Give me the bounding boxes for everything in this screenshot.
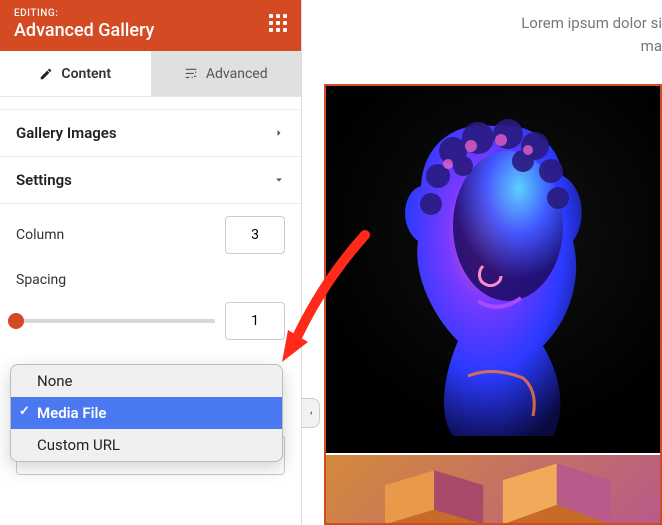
tab-content[interactable]: Content	[0, 51, 151, 96]
field-column: Column	[0, 204, 301, 272]
chevron-right-icon	[273, 127, 285, 139]
link-option-custom-url[interactable]: Custom URL	[11, 429, 282, 461]
link-option-media-file[interactable]: Media File	[11, 397, 282, 429]
slider-track	[16, 319, 215, 323]
drag-handle-icon[interactable]	[269, 14, 289, 34]
pencil-icon	[39, 67, 53, 81]
slider-thumb[interactable]	[8, 313, 24, 329]
section-gallery-images[interactable]: Gallery Images	[0, 109, 301, 157]
link-option-none[interactable]: None	[11, 365, 282, 397]
section-gallery-images-label: Gallery Images	[16, 124, 117, 142]
link-dropdown[interactable]: None Media File Custom URL	[10, 364, 283, 462]
column-input[interactable]	[225, 216, 285, 254]
tab-bar: Content Advanced	[0, 51, 301, 97]
preview-canvas: Lorem ipsum dolor si ma	[302, 0, 662, 525]
settings-panel: Gallery Images Settings Column Spacing	[0, 97, 301, 525]
spacing-label: Spacing	[16, 272, 285, 288]
tab-advanced[interactable]: Advanced	[151, 51, 302, 96]
column-label: Column	[16, 227, 64, 243]
chevron-left-icon	[307, 407, 315, 419]
section-settings[interactable]: Settings	[0, 157, 301, 204]
spacing-input[interactable]	[225, 302, 285, 340]
section-settings-label: Settings	[16, 171, 72, 189]
tab-advanced-label: Advanced	[206, 66, 268, 82]
panel-header: EDITING: Advanced Gallery	[0, 0, 301, 51]
block-title: Advanced Gallery	[14, 20, 287, 41]
spacing-slider[interactable]	[16, 311, 215, 331]
sliders-icon	[184, 67, 198, 81]
chevron-down-icon	[273, 174, 285, 186]
gallery-image-1	[326, 86, 660, 456]
editing-label: EDITING:	[14, 8, 287, 19]
cubes-illustration	[326, 455, 660, 525]
collapse-sidebar-button[interactable]	[302, 398, 320, 428]
gallery-preview[interactable]	[324, 84, 662, 525]
lorem-text: Lorem ipsum dolor si ma	[302, 0, 662, 61]
editor-sidebar: EDITING: Advanced Gallery Content Advanc…	[0, 0, 302, 525]
field-spacing: Spacing	[0, 272, 301, 350]
tab-content-label: Content	[61, 66, 111, 82]
gallery-image-2	[326, 453, 660, 523]
sculpture-illustration	[383, 116, 603, 436]
